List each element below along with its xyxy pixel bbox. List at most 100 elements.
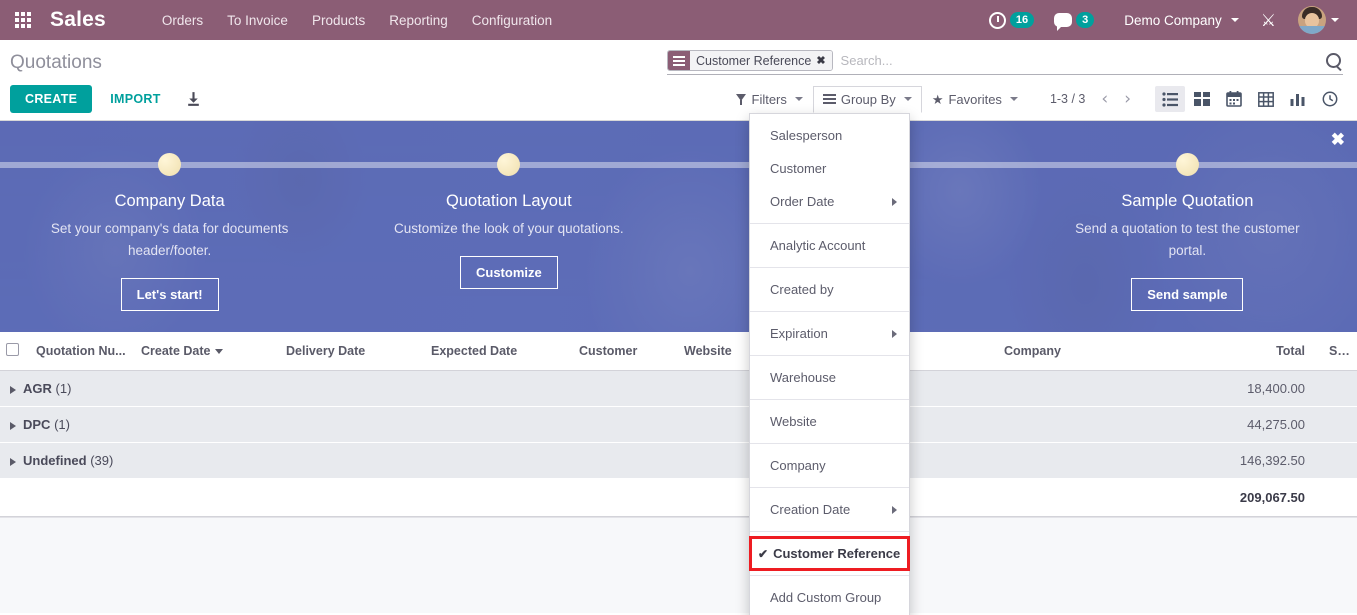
chevron-right-icon[interactable]: › bbox=[1118, 90, 1137, 108]
activities-menu[interactable]: 16 bbox=[979, 11, 1044, 29]
menu-item-label: Company bbox=[770, 458, 826, 473]
column-delivery-date[interactable]: Delivery Date bbox=[280, 332, 425, 371]
favorites-dropdown-button[interactable]: ★ Favorites bbox=[922, 86, 1028, 113]
groupby-item-salesperson[interactable]: Salesperson bbox=[750, 119, 909, 152]
menu-item-label: Expiration bbox=[770, 326, 828, 341]
groupby-item-website[interactable]: Website bbox=[750, 405, 909, 438]
menu-divider bbox=[750, 531, 909, 532]
column-expected-date[interactable]: Expected Date bbox=[425, 332, 573, 371]
onboarding-steps: Company Data Set your company's data for… bbox=[0, 121, 1357, 332]
expand-caret-icon[interactable] bbox=[10, 385, 16, 394]
search-view: Customer Reference ✖ bbox=[667, 50, 1343, 75]
menu-configuration[interactable]: Configuration bbox=[460, 2, 564, 39]
table-header-row: Quotation Nu... Create Date Delivery Dat… bbox=[0, 332, 1357, 371]
table-row[interactable]: Undefined (39) 146,392.50 bbox=[0, 442, 1357, 479]
group-count: (1) bbox=[55, 381, 72, 396]
menu-reporting[interactable]: Reporting bbox=[377, 2, 460, 39]
facet-label-text: Customer Reference bbox=[696, 53, 812, 68]
step-title: Sample Quotation bbox=[1121, 192, 1254, 210]
column-status[interactable]: Status bbox=[1323, 332, 1357, 371]
search-icon[interactable] bbox=[1326, 53, 1341, 68]
kanban-view-icon[interactable] bbox=[1187, 86, 1217, 112]
app-brand-title[interactable]: Sales bbox=[46, 8, 114, 32]
step-dot bbox=[497, 153, 521, 176]
list-empty-space bbox=[0, 517, 1357, 613]
chevron-down-icon bbox=[903, 97, 912, 101]
expand-caret-icon[interactable] bbox=[10, 457, 16, 466]
menu-to-invoice[interactable]: To Invoice bbox=[215, 2, 300, 39]
groupby-item-expiration[interactable]: Expiration bbox=[750, 317, 909, 350]
onboarding-step-quotation-layout: Quotation Layout Customize the look of y… bbox=[339, 121, 678, 332]
column-create-date[interactable]: Create Date bbox=[135, 332, 280, 371]
group-label: Undefined bbox=[23, 453, 87, 468]
apps-grid-icon[interactable] bbox=[0, 0, 46, 40]
company-switcher[interactable]: Demo Company bbox=[1104, 13, 1249, 28]
chevron-right-icon bbox=[892, 197, 897, 206]
menu-divider bbox=[750, 355, 909, 356]
group-label: AGR bbox=[23, 381, 52, 396]
menu-item-label: Created by bbox=[770, 282, 834, 297]
group-total: 44,275.00 bbox=[1093, 406, 1323, 443]
chevron-down-icon bbox=[1009, 97, 1018, 101]
import-button[interactable]: IMPORT bbox=[100, 85, 170, 113]
groupby-item-warehouse[interactable]: Warehouse bbox=[750, 361, 909, 394]
group-label: DPC bbox=[23, 417, 51, 432]
list-view-icon[interactable] bbox=[1155, 86, 1185, 112]
column-total[interactable]: Total bbox=[1093, 332, 1323, 371]
menu-item-label: Creation Date bbox=[770, 502, 851, 517]
groupby-item-creation-date[interactable]: Creation Date bbox=[750, 493, 909, 526]
chevron-left-icon[interactable]: ‹ bbox=[1095, 90, 1114, 108]
groupby-item-analytic-account[interactable]: Analytic Account bbox=[750, 229, 909, 262]
column-company[interactable]: Company bbox=[998, 332, 1093, 371]
groupby-item-customer-reference[interactable]: ✔ Customer Reference bbox=[750, 537, 909, 570]
groupby-dropdown-menu: Salesperson Customer Order Date Analytic… bbox=[749, 113, 910, 615]
search-input[interactable] bbox=[832, 50, 1326, 71]
table-row[interactable]: AGR (1) 18,400.00 bbox=[0, 370, 1357, 407]
menu-item-label: Customer Reference bbox=[773, 546, 901, 561]
messages-menu[interactable]: 3 bbox=[1044, 12, 1104, 31]
pager-value: 1-3 / 3 bbox=[1049, 92, 1086, 106]
menu-item-label: Add Custom Group bbox=[770, 590, 882, 605]
avatar bbox=[1298, 6, 1326, 34]
expand-caret-icon[interactable] bbox=[10, 421, 16, 430]
star-icon: ★ bbox=[931, 91, 944, 107]
create-button[interactable]: CREATE bbox=[10, 85, 93, 113]
banner-close-icon[interactable]: ✖ bbox=[1331, 131, 1345, 148]
checkbox-icon[interactable] bbox=[6, 343, 19, 356]
main-menu: Orders To Invoice Products Reporting Con… bbox=[150, 2, 564, 39]
send-sample-button[interactable]: Send sample bbox=[1131, 278, 1244, 311]
user-menu[interactable] bbox=[1288, 6, 1349, 34]
developer-tools-icon[interactable]: ⚔ bbox=[1249, 12, 1288, 29]
calendar-view-icon[interactable] bbox=[1219, 86, 1249, 112]
groupby-label: Group By bbox=[840, 91, 896, 107]
menu-orders[interactable]: Orders bbox=[150, 2, 215, 39]
groupby-item-add-custom-group[interactable]: Add Custom Group bbox=[750, 581, 909, 614]
customize-button[interactable]: Customize bbox=[460, 256, 558, 289]
download-icon[interactable] bbox=[185, 91, 202, 108]
group-count: (1) bbox=[54, 417, 70, 432]
filters-dropdown-button[interactable]: Filters bbox=[726, 86, 813, 113]
activities-count-badge: 16 bbox=[1009, 12, 1035, 28]
activity-view-icon[interactable] bbox=[1315, 86, 1345, 112]
close-icon[interactable]: ✖ bbox=[816, 54, 825, 67]
column-customer[interactable]: Customer bbox=[573, 332, 678, 371]
step-description: Send a quotation to test the customer po… bbox=[1075, 221, 1300, 258]
groupby-item-created-by[interactable]: Created by bbox=[750, 273, 909, 306]
bars-icon bbox=[822, 94, 836, 104]
funnel-icon bbox=[735, 93, 747, 105]
column-quotation-number[interactable]: Quotation Nu... bbox=[30, 332, 135, 371]
top-navbar: Sales Orders To Invoice Products Reporti… bbox=[0, 0, 1357, 40]
table-row[interactable]: DPC (1) 44,275.00 bbox=[0, 406, 1357, 443]
graph-view-icon[interactable] bbox=[1283, 86, 1313, 112]
menu-item-label: Warehouse bbox=[770, 370, 836, 385]
groupby-item-customer[interactable]: Customer bbox=[750, 152, 909, 185]
pivot-view-icon[interactable] bbox=[1251, 86, 1281, 112]
menu-products[interactable]: Products bbox=[300, 2, 377, 39]
menu-item-label: Website bbox=[770, 414, 817, 429]
menu-item-label: Customer bbox=[770, 161, 827, 176]
groupby-item-order-date[interactable]: Order Date bbox=[750, 185, 909, 218]
groupby-item-company[interactable]: Company bbox=[750, 449, 909, 482]
search-facet-customer-reference[interactable]: Customer Reference ✖ bbox=[667, 50, 833, 71]
lets-start-button[interactable]: Let's start! bbox=[120, 278, 219, 311]
groupby-dropdown-button[interactable]: Group By bbox=[812, 85, 922, 113]
